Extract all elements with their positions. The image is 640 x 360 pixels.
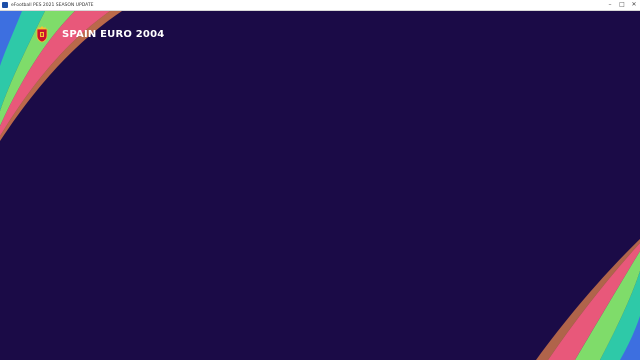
window-title: eFootball PES 2021 SEASON UPDATE bbox=[11, 2, 94, 8]
minimize-button[interactable]: – bbox=[604, 0, 616, 10]
team-name: SPAIN EURO 2004 bbox=[62, 28, 165, 40]
window-controls: – □ ✕ bbox=[604, 0, 640, 10]
game-window: eFootball PES 2021 SEASON UPDATE – □ ✕ S… bbox=[0, 0, 640, 360]
team-header: SPAIN EURO 2004 bbox=[35, 25, 164, 43]
maximize-button[interactable]: □ bbox=[616, 0, 628, 10]
close-button[interactable]: ✕ bbox=[628, 0, 640, 10]
app-icon bbox=[2, 2, 8, 8]
spain-federation-crest-icon bbox=[36, 26, 48, 43]
game-screen: SPAIN EURO 2004 bbox=[0, 11, 640, 360]
background-swooshes bbox=[0, 11, 640, 360]
window-titlebar[interactable]: eFootball PES 2021 SEASON UPDATE – □ ✕ bbox=[0, 0, 640, 11]
